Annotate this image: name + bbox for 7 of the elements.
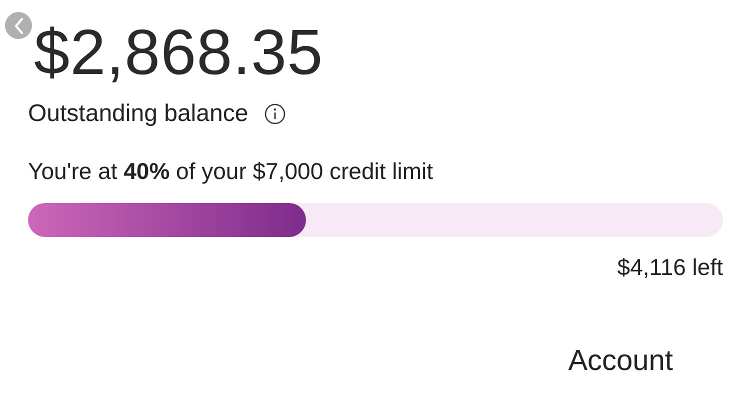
chevron-left-icon [12,16,24,34]
remaining-credit: $4,116 left [617,254,723,281]
account-link[interactable]: Account [568,345,673,378]
balance-label: Outstanding balance [28,100,248,128]
info-icon[interactable] [264,103,286,125]
credit-summary: You're at 40% of your $7,000 credit limit [28,158,434,185]
balance-amount: $2,868.35 [34,15,324,90]
